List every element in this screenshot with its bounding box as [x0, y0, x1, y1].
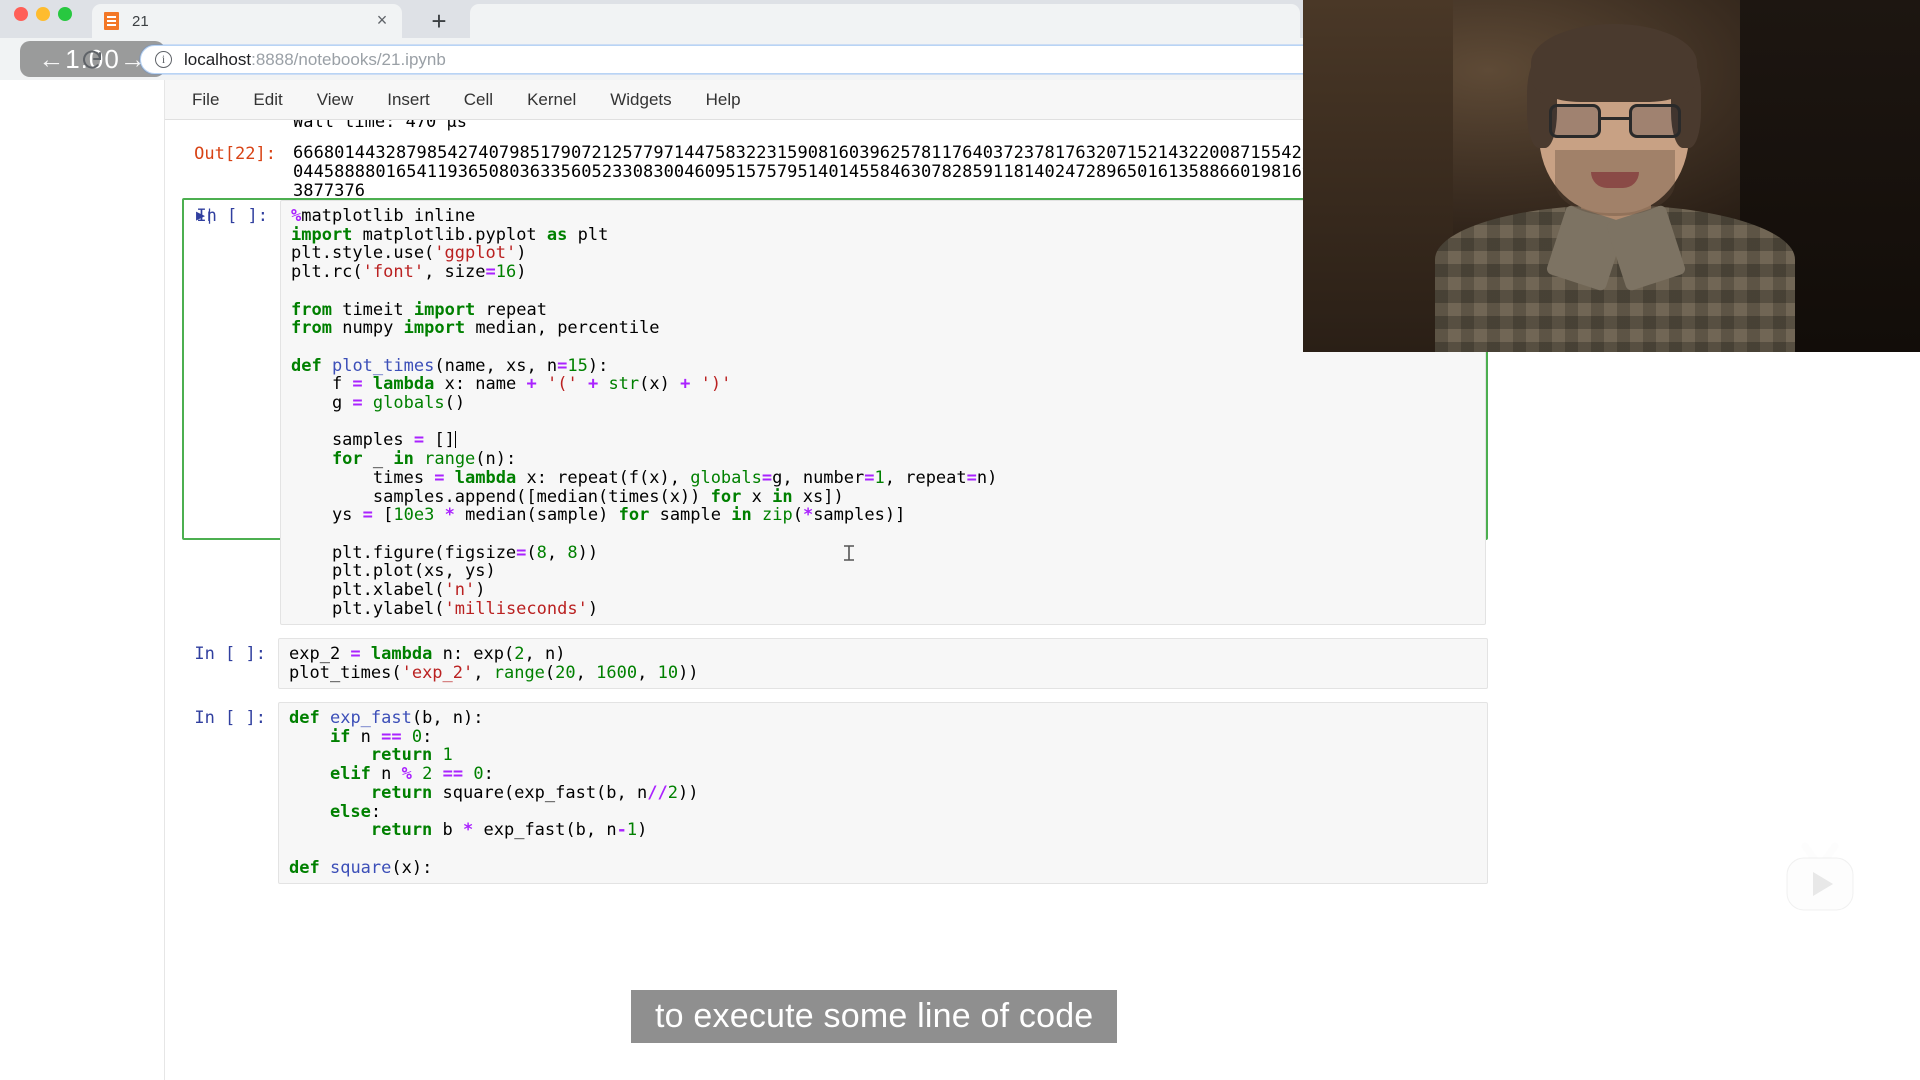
address-bar-path: :8888/notebooks/21.ipynb [251, 50, 446, 69]
cell-input-prompt: In [ ]: [184, 200, 280, 625]
menu-item-insert[interactable]: Insert [370, 80, 447, 120]
minimize-window-button[interactable] [36, 7, 50, 21]
presenter-hair-top [1531, 24, 1697, 102]
menu-item-file[interactable]: File [175, 80, 236, 120]
jupyter-menu-list: File Edit View Insert Cell Kernel Widget… [175, 80, 758, 120]
browser-tab[interactable]: 21 × [92, 4, 402, 38]
code-cell-plot-times[interactable]: ▶| In [ ]: %matplotlib inline import mat… [182, 198, 1488, 540]
window-traffic-lights[interactable] [14, 7, 72, 21]
menu-item-help[interactable]: Help [689, 80, 758, 120]
cell-code-editor[interactable]: exp_2 = lambda n: exp(2, n) plot_times('… [278, 638, 1488, 689]
video-subtitle: to execute some line of code [631, 990, 1117, 1043]
address-bar-host: localhost [184, 50, 251, 69]
maximize-window-button[interactable] [58, 7, 72, 21]
output-value-line-1: 6668014432879854274079851790721257797144… [293, 144, 1436, 164]
menu-item-view[interactable]: View [300, 80, 371, 120]
text-caret [455, 431, 456, 448]
browser-tab-title: 21 [132, 13, 372, 30]
menu-item-kernel[interactable]: Kernel [510, 80, 593, 120]
webcam-wall-left [1303, 0, 1453, 352]
menu-item-edit[interactable]: Edit [236, 80, 299, 120]
cell-input-prompt: In [ ]: [182, 702, 278, 884]
menu-item-cell[interactable]: Cell [447, 80, 510, 120]
new-tab-button[interactable]: + [425, 8, 453, 36]
close-icon[interactable]: × [372, 11, 392, 31]
page-left-gutter [0, 80, 165, 1080]
webcam-presenter-video [1303, 0, 1920, 352]
presenter-glasses-icon [1549, 104, 1681, 138]
code-cell-exp-fast[interactable]: In [ ]: def exp_fast(b, n): if n == 0: r… [182, 702, 1488, 952]
back-arrow-icon[interactable]: ← [38, 44, 65, 75]
menu-item-widgets[interactable]: Widgets [593, 80, 688, 120]
output-prompt: Out[22]: [166, 144, 276, 164]
close-window-button[interactable] [14, 7, 28, 21]
cell-input-prompt: In [ ]: [182, 638, 278, 689]
site-info-icon[interactable]: i [155, 51, 172, 68]
screen-root: 21 × + ← 1.00 → i localhost:8888/noteboo… [0, 0, 1920, 1080]
stream-output-walltime: Wall time: 470 µs [293, 120, 467, 132]
code-cell-exp-2[interactable]: In [ ]: exp_2 = lambda n: exp(2, n) plot… [182, 638, 1488, 698]
cell-code-editor[interactable]: def exp_fast(b, n): if n == 0: return 1 … [278, 702, 1488, 884]
address-bar-url: localhost:8888/notebooks/21.ipynb [184, 50, 446, 70]
reload-icon[interactable] [80, 48, 104, 72]
tabstrip-filler [470, 4, 1300, 38]
jupyter-book-icon [102, 10, 122, 32]
